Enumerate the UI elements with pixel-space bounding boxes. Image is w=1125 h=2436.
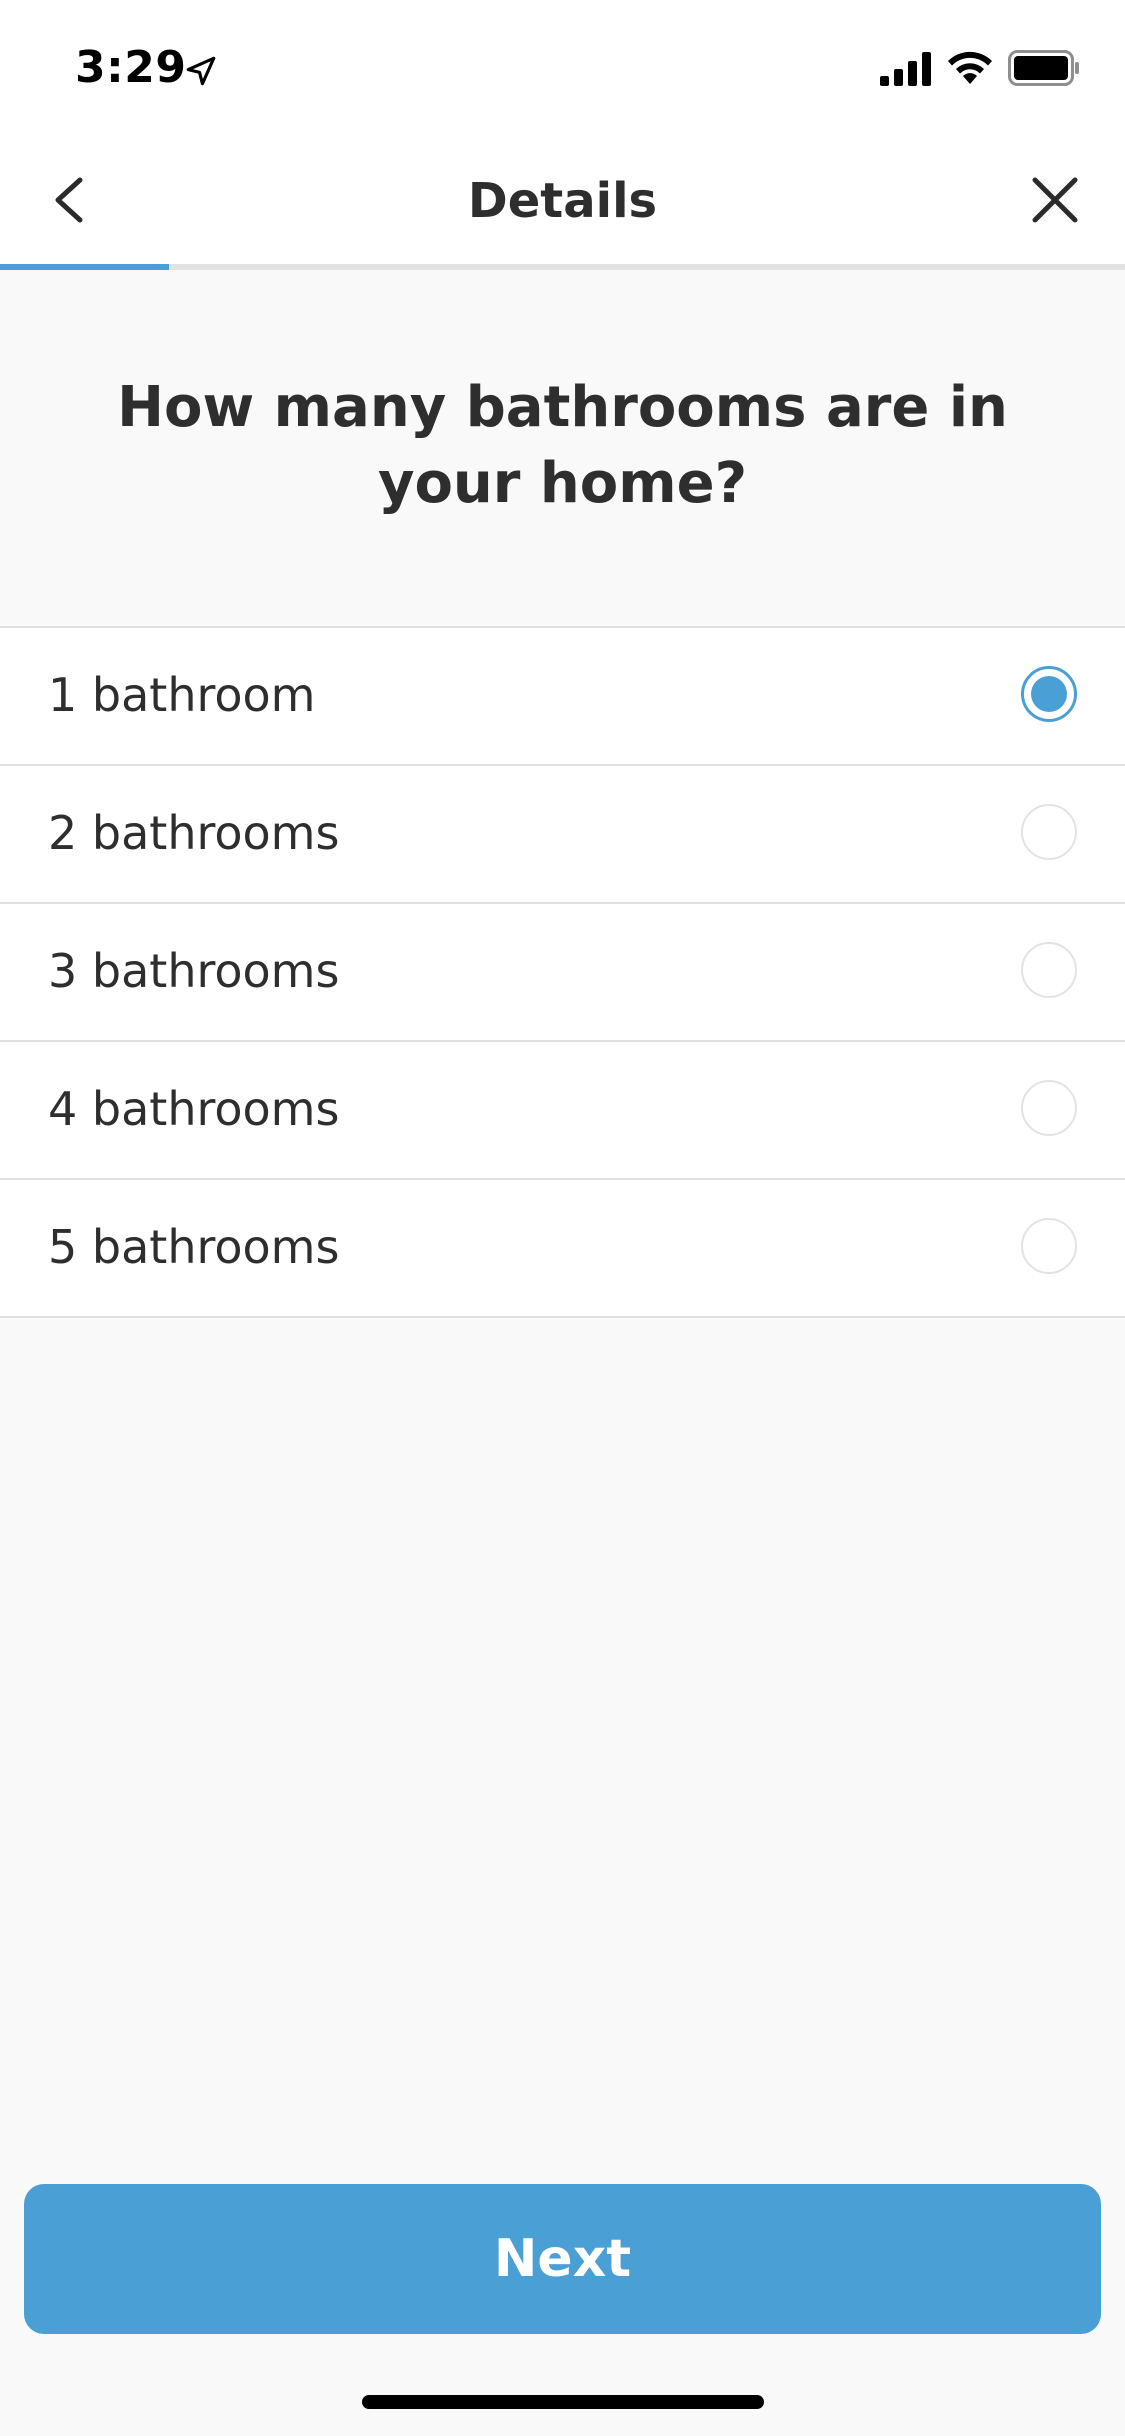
question-heading: How many bathrooms are in your home? — [117, 375, 1008, 516]
option-label: 3 bathrooms — [48, 944, 340, 998]
radio-button[interactable] — [1021, 942, 1077, 998]
option-row[interactable]: 3 bathrooms — [0, 904, 1125, 1042]
radio-button[interactable] — [1021, 804, 1077, 860]
location-arrow-icon — [186, 56, 216, 86]
options-list: 1 bathroom 2 bathrooms 3 bathrooms 4 bathro… — [0, 626, 1125, 1318]
page-title: Details — [467, 173, 658, 229]
status-bar: 3:29 — [0, 0, 1125, 135]
progress-fill — [0, 264, 169, 270]
home-indicator — [362, 2395, 764, 2409]
radio-button-selected[interactable] — [1021, 666, 1077, 722]
close-button[interactable] — [1015, 160, 1095, 240]
status-time: 3:29 — [75, 42, 187, 93]
close-icon — [1032, 177, 1078, 223]
option-row[interactable]: 4 bathrooms — [0, 1042, 1125, 1180]
option-label: 4 bathrooms — [48, 1082, 340, 1136]
next-button[interactable]: Next — [24, 2184, 1101, 2334]
battery-icon — [1008, 50, 1079, 86]
wifi-icon — [948, 51, 992, 84]
option-row[interactable]: 1 bathroom — [0, 628, 1125, 766]
nav-bar: Details — [0, 135, 1125, 265]
cellular-signal-icon — [880, 52, 931, 86]
option-label: 5 bathrooms — [48, 1220, 340, 1274]
option-row[interactable]: 2 bathrooms — [0, 766, 1125, 904]
option-label: 1 bathroom — [48, 668, 316, 722]
radio-button[interactable] — [1021, 1218, 1077, 1274]
option-row[interactable]: 5 bathrooms — [0, 1180, 1125, 1318]
option-label: 2 bathrooms — [48, 806, 340, 860]
radio-button[interactable] — [1021, 1080, 1077, 1136]
progress-bar — [0, 264, 1125, 270]
